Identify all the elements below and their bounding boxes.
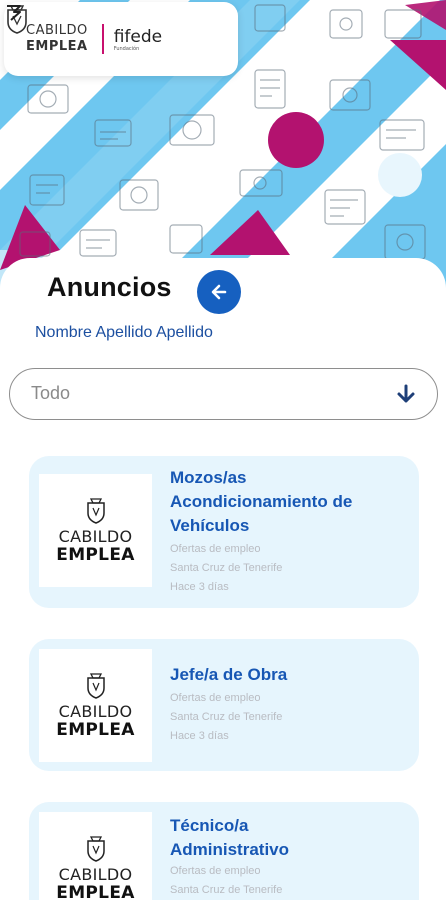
listing-location: Santa Cruz de Tenerife	[170, 562, 283, 574]
listing-location: Santa Cruz de Tenerife	[170, 711, 283, 723]
listing-title[interactable]: Técnico/a Administrativo	[170, 814, 350, 862]
header-banner: CABILDO EMPLEA fifede Fundación	[0, 0, 446, 290]
fifede-mark-icon	[7, 5, 21, 21]
brand-wordmark: CABILDO EMPLEA	[26, 23, 88, 55]
listing-logo: CABILDO EMPLEA	[39, 474, 152, 587]
listing-logo: CABILDO EMPLEA	[39, 649, 152, 762]
listing-card[interactable]: CABILDO EMPLEA Técnico/a Administrativo …	[29, 802, 419, 900]
listing-category: Ofertas de empleo	[170, 543, 261, 555]
partner-logo: fifede Fundación	[7, 5, 163, 52]
brand-logo-card: CABILDO EMPLEA fifede Fundación	[4, 2, 238, 76]
category-filter-select[interactable]: Todo	[9, 368, 438, 420]
listing-logo: CABILDO EMPLEA	[39, 812, 152, 900]
listing-logo-line2: EMPLEA	[56, 883, 135, 900]
logo-divider	[101, 24, 104, 54]
listing-logo-line1: CABILDO	[58, 865, 133, 884]
listing-title[interactable]: Mozos/as Acondicionamiento de Vehículos	[170, 466, 390, 538]
user-name: Nombre Apellido Apellido	[35, 324, 213, 341]
cabildo-shield-icon	[86, 836, 105, 862]
arrow-left-icon	[211, 284, 227, 300]
listing-logo-line2: EMPLEA	[56, 545, 135, 565]
listing-location: Santa Cruz de Tenerife	[170, 884, 283, 896]
page-title: Anuncios	[47, 272, 172, 302]
listing-card[interactable]: CABILDO EMPLEA Jefe/a de Obra Ofertas de…	[29, 639, 419, 771]
listing-meta: Ofertas de empleo Santa Cruz de Tenerife…	[170, 689, 282, 746]
listing-meta: Ofertas de empleo Santa Cruz de Tenerife…	[170, 540, 282, 597]
listing-logo-line1: CABILDO	[58, 702, 133, 721]
listing-category: Ofertas de empleo	[170, 692, 261, 704]
listing-category: Ofertas de empleo	[170, 865, 261, 877]
listing-posted: Hace 3 días	[170, 581, 229, 593]
listing-card[interactable]: CABILDO EMPLEA Mozos/as Acondicionamient…	[29, 456, 419, 608]
listing-meta: Ofertas de empleo Santa Cruz de Tenerife	[170, 862, 282, 900]
listing-logo-line2: EMPLEA	[56, 720, 135, 740]
filter-selected-value: Todo	[31, 383, 71, 403]
listing-logo-line1: CABILDO	[58, 527, 133, 546]
cabildo-shield-icon	[86, 673, 105, 699]
listing-posted: Hace 3 días	[170, 730, 229, 742]
cabildo-shield-icon	[86, 498, 105, 524]
arrow-down-icon	[397, 384, 415, 403]
back-button[interactable]	[197, 270, 241, 314]
brand-line1: CABILDO	[26, 23, 88, 38]
brand-line2: EMPLEA	[26, 39, 88, 54]
listing-title[interactable]: Jefe/a de Obra	[170, 663, 390, 687]
partner-name: fifede	[113, 26, 163, 47]
